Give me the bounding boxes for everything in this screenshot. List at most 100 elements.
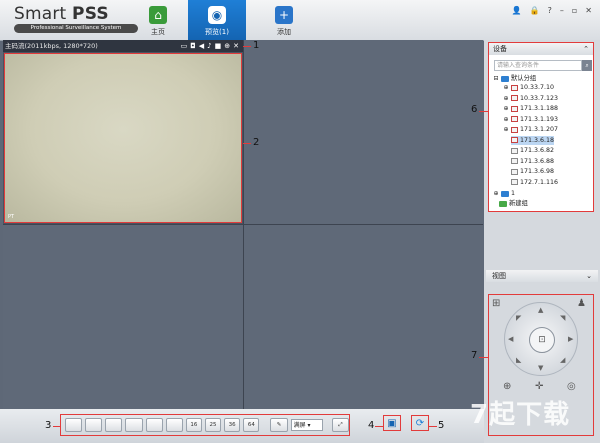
ptz-down-right-icon[interactable]: ◢: [560, 356, 565, 364]
nav-preview-label: 预览(1): [205, 28, 229, 36]
device-ip-label: 171.3.6.98: [520, 168, 555, 175]
nav-add-label: 添加: [277, 28, 291, 36]
nav-preview[interactable]: ◉ 预览(1): [188, 0, 246, 40]
lock-icon[interactable]: 🔒: [530, 6, 540, 15]
marker-7: 7: [471, 350, 478, 361]
search-icon[interactable]: ⌕: [582, 60, 592, 71]
device-ip-label: 10.33.7.10: [520, 84, 555, 91]
device-ip-label: 171.3.6.88: [520, 157, 555, 165]
tree-group-default[interactable]: ⊟ 默认分组: [493, 74, 536, 83]
layout-9-button[interactable]: [145, 418, 163, 432]
layout-icon[interactable]: ▭: [181, 41, 188, 51]
fullscreen-icon[interactable]: ⤢: [331, 418, 350, 432]
marker-line-6: [479, 111, 488, 112]
tree-group-1[interactable]: ⊕ 1: [493, 189, 515, 198]
close-icon[interactable]: ✕: [585, 6, 592, 15]
tree-new-group[interactable]: 新建组: [499, 199, 528, 208]
device-icon: [511, 105, 518, 112]
zoom-icon[interactable]: ⊕: [224, 41, 230, 51]
device-panel: 设备 ⌃ 请输入查询条件 ⌕ ⊟ 默认分组 ⊕ 1 新建组 ⊕ 10.33.7.1…: [488, 42, 594, 212]
layout-36-button[interactable]: 36: [224, 418, 241, 432]
view-panel-header[interactable]: 视图 ⌄: [486, 270, 598, 282]
device-ip-label: 171.3.1.188: [520, 105, 559, 112]
device-ip-label: 172.7.1.116: [520, 178, 559, 186]
focus-icon[interactable]: ✛: [535, 381, 543, 392]
expand-icon[interactable]: ⊕: [503, 94, 509, 103]
iris-icon[interactable]: ◎: [567, 381, 576, 392]
ptz-up-icon[interactable]: ▲: [538, 306, 543, 314]
layout-25-button[interactable]: 25: [204, 418, 222, 432]
marker-6: 6: [471, 104, 478, 115]
device-item[interactable]: ⊕ 10.33.7.10: [503, 83, 554, 92]
device-icon: [511, 147, 518, 154]
device-panel-header[interactable]: 设备 ⌃: [489, 43, 593, 55]
device-item[interactable]: 171.3.6.88: [511, 157, 554, 166]
ptz-right-icon[interactable]: ▶: [568, 335, 573, 343]
marker-line-7: [479, 357, 488, 358]
video-cell-3[interactable]: [3, 225, 243, 409]
zoom-in-icon[interactable]: ⊕: [503, 381, 511, 392]
video-feed[interactable]: PT: [4, 53, 242, 223]
video-cell-1[interactable]: 主码流(2011kbps, 1280*720) ▭ ◘ ◀ ♪ ■ ⊕ ✕ PT: [3, 40, 243, 224]
marker-5: 5: [438, 420, 445, 431]
device-icon: [511, 179, 518, 185]
device-item[interactable]: ⊕ 171.3.1.193: [503, 115, 558, 124]
device-item[interactable]: 171.3.6.82: [511, 146, 554, 155]
expand-icon[interactable]: ⊕: [503, 83, 509, 92]
user-icon[interactable]: 👤: [512, 6, 522, 15]
ptz-up-right-icon[interactable]: ◥: [560, 314, 565, 322]
ptz-left-icon[interactable]: ◀: [508, 335, 513, 343]
device-item[interactable]: ⊕ 171.3.1.207: [503, 125, 558, 134]
device-ip-label: 171.3.1.193: [520, 115, 559, 123]
audio-icon[interactable]: ◀: [199, 41, 204, 51]
ptz-grid-icon[interactable]: ⊞: [492, 298, 500, 309]
expand-icon[interactable]: ⊕: [503, 115, 509, 124]
device-item[interactable]: ⊕ 171.3.1.188: [503, 104, 558, 113]
microphone-icon[interactable]: ♪: [207, 41, 211, 51]
expand-icon[interactable]: ⊕: [493, 189, 499, 198]
marker-line-2: [243, 143, 251, 144]
save-icon[interactable]: ▣: [383, 415, 401, 431]
device-item[interactable]: 172.7.1.116: [511, 178, 558, 187]
close-icon[interactable]: ✕: [233, 41, 239, 51]
folder-icon: [501, 190, 509, 197]
ptz-center-icon[interactable]: ⊡: [529, 327, 555, 353]
nav-add[interactable]: + 添加: [258, 4, 310, 40]
device-item[interactable]: 171.3.6.18: [511, 135, 555, 145]
record-icon[interactable]: ■: [215, 41, 222, 51]
collapse-icon[interactable]: ⊟: [493, 74, 499, 83]
folder-icon: [501, 75, 509, 82]
layout-6-button[interactable]: [105, 418, 123, 432]
device-item[interactable]: 171.3.6.98: [511, 167, 554, 176]
ptz-direction-pad[interactable]: ▲ ▼ ◀ ▶ ◤ ◥ ◣ ◢ ⊡: [504, 302, 578, 376]
chevron-down-icon[interactable]: ⌄: [586, 270, 592, 282]
device-search-input[interactable]: 请输入查询条件: [494, 60, 582, 71]
refresh-icon[interactable]: ⟳: [411, 415, 429, 431]
ptz-user-icon[interactable]: ♟: [577, 298, 586, 309]
ptz-down-icon[interactable]: ▼: [538, 364, 543, 372]
layout-1-button[interactable]: [65, 418, 83, 432]
chevron-up-icon[interactable]: ⌃: [583, 43, 589, 55]
expand-icon[interactable]: ⊕: [503, 104, 509, 113]
custom-layout-button[interactable]: ✎: [270, 418, 288, 432]
screen-mode-select[interactable]: 满屏 ▾: [290, 419, 323, 431]
minimize-icon[interactable]: –: [560, 6, 564, 15]
video-cell-2[interactable]: [244, 40, 483, 224]
nav-home[interactable]: ⌂ 主页: [132, 4, 184, 40]
layout-16-button[interactable]: 16: [185, 418, 202, 432]
view-panel-title: 视图: [492, 272, 506, 280]
home-icon: ⌂: [149, 6, 167, 24]
layout-8-button[interactable]: [125, 418, 143, 432]
layout-13-button[interactable]: [165, 418, 183, 432]
ptz-down-left-icon[interactable]: ◣: [516, 356, 521, 364]
video-cell-4[interactable]: [244, 225, 483, 409]
help-icon[interactable]: ?: [548, 6, 552, 15]
snapshot-icon[interactable]: ◘: [190, 41, 196, 51]
ptz-up-left-icon[interactable]: ◤: [516, 314, 521, 322]
maximize-icon[interactable]: ▫: [572, 6, 577, 15]
app-subtitle: Professional Surveillance System: [14, 24, 138, 33]
layout-64-button[interactable]: 64: [243, 418, 260, 432]
device-item[interactable]: ⊕ 10.33.7.123: [503, 94, 558, 103]
expand-icon[interactable]: ⊕: [503, 125, 509, 134]
layout-4-button[interactable]: [85, 418, 103, 432]
